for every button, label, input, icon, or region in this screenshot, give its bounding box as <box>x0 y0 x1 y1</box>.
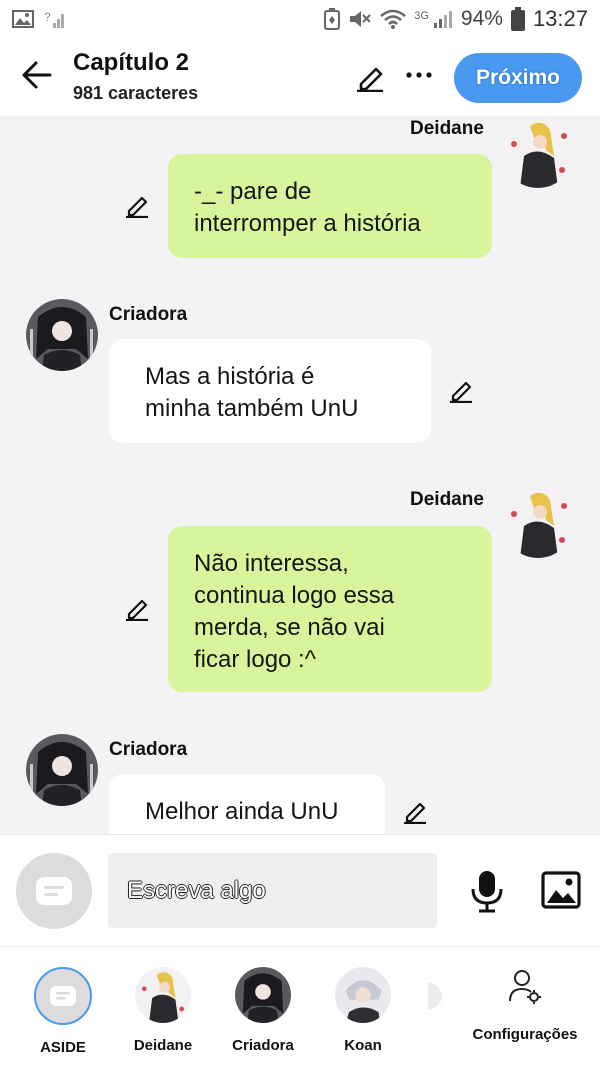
message-author: Criadora <box>109 304 188 325</box>
composer-bar: Escreva algo <box>0 834 600 946</box>
cell-signal-icon <box>433 11 452 28</box>
status-right: 3G 94% 13:27 <box>324 6 588 32</box>
message-bubble[interactable]: Não interessa, continua logo essa merda,… <box>168 526 492 692</box>
mute-icon <box>350 11 371 27</box>
chat-bubble-icon <box>36 877 72 905</box>
message-bubble[interactable]: Mas a história é minha também UnU <box>109 339 431 443</box>
message-bubble[interactable]: -_- pare de interromper a história <box>168 154 492 258</box>
no-signal-icon: ? <box>44 10 64 28</box>
character-name: ASIDE <box>40 1039 86 1056</box>
battery-icon <box>510 7 525 31</box>
message-line: Melhor ainda UnU <box>145 798 339 825</box>
message-author: Deidane <box>410 118 484 139</box>
message-author: Criadora <box>109 739 188 760</box>
user-gear-icon <box>509 970 541 1004</box>
criadora-avatar <box>235 967 291 1023</box>
edit-title-pencil-icon[interactable] <box>355 62 385 92</box>
gallery-notification-icon <box>12 10 34 28</box>
character-deidane[interactable]: Deidane <box>118 967 208 1054</box>
chat-area: Deidane -_- pare de interromper a histór… <box>0 116 600 834</box>
deidane-avatar[interactable] <box>502 116 574 188</box>
deidane-avatar <box>135 967 191 1023</box>
settings-label: Configurações <box>472 1026 578 1043</box>
character-criadora[interactable]: Criadora <box>218 967 308 1054</box>
edit-message-pencil-icon[interactable] <box>402 798 428 824</box>
back-arrow-icon[interactable] <box>20 58 54 92</box>
message-line: -_- pare de <box>194 178 312 205</box>
character-count: 981 caracteres <box>73 83 199 103</box>
koan-avatar <box>335 967 391 1023</box>
deidane-avatar[interactable] <box>502 486 574 558</box>
status-left: ? <box>12 9 66 29</box>
svg-text:?: ? <box>44 10 51 24</box>
character-bar: ASIDE Deidane Criadora Koan Configuraçõe… <box>0 946 600 1067</box>
message-input[interactable]: Escreva algo <box>108 853 437 928</box>
message-line: Não interessa, <box>194 550 349 577</box>
image-icon[interactable] <box>541 871 581 909</box>
message-line: ficar logo :^ <box>194 646 316 673</box>
criadora-avatar[interactable] <box>26 299 98 371</box>
message-author: Deidane <box>410 489 484 510</box>
more-characters-hint <box>428 983 442 1009</box>
edit-message-pencil-icon[interactable] <box>448 377 474 403</box>
edit-message-pencil-icon[interactable] <box>124 595 150 621</box>
microphone-icon[interactable] <box>470 869 504 913</box>
status-bar: ? 3G 94% 13:27 <box>0 0 600 38</box>
aside-toggle-button[interactable] <box>16 853 92 929</box>
next-button[interactable]: Próximo <box>454 53 582 103</box>
edit-message-pencil-icon[interactable] <box>124 192 150 218</box>
character-aside[interactable]: ASIDE <box>18 967 108 1056</box>
character-name: Deidane <box>133 1037 193 1054</box>
character-name: Koan <box>344 1037 382 1054</box>
message-line: interromper a história <box>194 210 421 237</box>
criadora-avatar[interactable] <box>26 734 98 806</box>
message-line: continua logo essa <box>194 582 395 609</box>
settings-button[interactable]: Configurações <box>470 969 580 1043</box>
chapter-title[interactable]: Capítulo 2 <box>73 49 198 77</box>
character-koan[interactable]: Koan <box>318 967 408 1054</box>
message-line: merda, se não vai <box>194 614 385 641</box>
clock: 13:27 <box>532 6 588 31</box>
message-line: minha também UnU <box>145 395 359 422</box>
more-options-icon[interactable] <box>404 65 434 85</box>
message-line: Mas a história é <box>145 363 315 390</box>
wifi-icon <box>380 9 407 29</box>
character-name: Criadora <box>232 1037 294 1054</box>
chat-bubble-icon <box>50 986 76 1006</box>
aside-avatar <box>34 967 92 1025</box>
top-app-bar: Capítulo 2 981 caracteres Próximo <box>0 38 600 116</box>
battery-saver-icon <box>324 8 341 30</box>
message-bubble[interactable]: Melhor ainda UnU <box>109 774 385 834</box>
title-block: Capítulo 2 981 caracteres <box>73 49 198 104</box>
network-type: 3G <box>414 10 429 22</box>
battery-percent: 94% <box>460 7 503 30</box>
